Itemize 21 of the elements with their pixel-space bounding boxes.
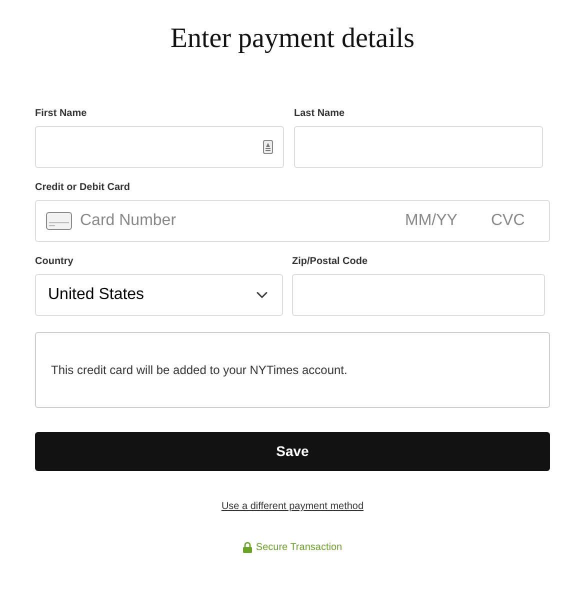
field-label: Country [35, 255, 74, 269]
payment-method-link[interactable]: Use a different payment method [221, 501, 364, 512]
country-select[interactable]: United States [35, 274, 283, 316]
text-field[interactable] [294, 126, 543, 168]
field-label: Credit or Debit Card [35, 181, 132, 195]
lock-icon [242, 542, 252, 553]
field-label: First Name [35, 107, 88, 121]
cvc-field[interactable]: CVC [489, 208, 539, 234]
page-title: Enter payment details [169, 22, 416, 56]
save-button[interactable]: Save [35, 432, 550, 471]
contact-card-icon[interactable] [263, 140, 273, 154]
expiry-field[interactable]: MM/YY [403, 208, 483, 234]
field-label: Zip/Postal Code [292, 255, 369, 269]
card-field[interactable]: Card Number MM/YY CVC [35, 200, 550, 242]
card-number-field[interactable]: Card Number [78, 208, 397, 234]
field-label: Last Name [294, 107, 346, 121]
notice-text: This credit card will be added to your NYTimes account. [51, 362, 348, 379]
text-field[interactable] [35, 126, 284, 168]
credit-card-icon [46, 212, 72, 230]
secure-transaction-text: Secure Transaction [256, 541, 342, 555]
text-field[interactable] [292, 274, 545, 316]
